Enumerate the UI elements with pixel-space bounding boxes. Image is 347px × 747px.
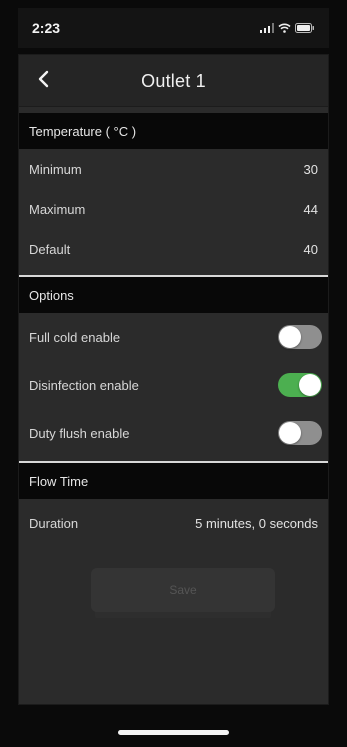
duty-flush-toggle[interactable] <box>278 421 322 445</box>
toggle-knob <box>299 374 321 396</box>
row-label: Duration <box>29 515 79 531</box>
status-icons <box>260 23 315 33</box>
option-disinfection: Disinfection enable <box>19 361 328 409</box>
row-label: Default <box>29 241 71 257</box>
section-header-temperature: Temperature ( °C ) <box>19 113 328 149</box>
home-indicator[interactable] <box>118 730 229 735</box>
temperature-minimum-row[interactable]: Minimum 30 <box>19 149 328 189</box>
row-value: 30 <box>303 161 318 177</box>
section-header-options: Options <box>19 277 328 313</box>
option-label: Disinfection enable <box>29 377 139 393</box>
outlet-settings-screen: Outlet 1 Temperature ( °C ) Minimum 30 M… <box>18 54 329 705</box>
wifi-icon <box>278 23 291 33</box>
save-container: Save <box>91 568 275 612</box>
status-bar: 2:23 <box>18 8 329 48</box>
page-title: Outlet 1 <box>141 71 206 91</box>
signal-icon <box>260 23 274 33</box>
toggle-knob <box>279 326 301 348</box>
row-value: 44 <box>303 201 318 217</box>
disinfection-toggle[interactable] <box>278 373 322 397</box>
row-label: Maximum <box>29 201 86 217</box>
full-cold-toggle[interactable] <box>278 325 322 349</box>
row-label: Minimum <box>29 161 82 177</box>
phone-screen: 2:23 Outlet 1 Temperature (°C) Minimum… <box>0 0 347 747</box>
option-label: Duty flush enable <box>29 425 130 441</box>
toggle-knob <box>279 422 301 444</box>
temperature-default-row[interactable]: Default 40 <box>19 229 328 269</box>
status-time: 2:23 <box>32 20 61 36</box>
row-value: 5 minutes, 0 seconds <box>195 515 318 531</box>
option-label: Full cold enable <box>29 329 121 345</box>
section-header-flow-time: Flow Time <box>19 463 328 499</box>
option-full-cold: Full cold enable <box>19 313 328 361</box>
row-value: 40 <box>303 241 318 257</box>
temperature-maximum-row[interactable]: Maximum 44 <box>19 189 328 229</box>
flow-duration-row[interactable]: Duration 5 minutes, 0 seconds <box>19 499 328 547</box>
save-button[interactable]: Save <box>91 568 275 612</box>
option-duty-flush: Duty flush enable <box>19 409 328 457</box>
nav-header: Outlet 1 <box>19 55 328 107</box>
battery-icon <box>295 23 315 33</box>
